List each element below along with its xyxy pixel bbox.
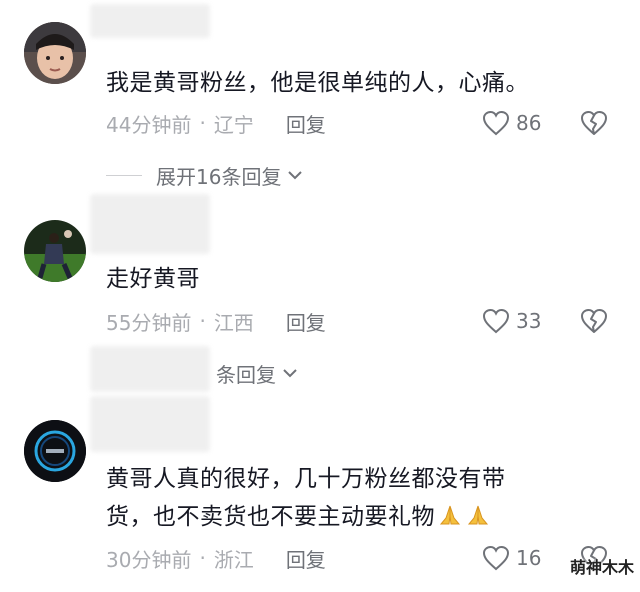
reply-button[interactable]: 回复 — [286, 544, 326, 573]
broken-heart-icon — [581, 309, 607, 333]
blurred-username — [90, 4, 210, 38]
reply-button[interactable]: 回复 — [286, 307, 326, 336]
separator: · — [199, 309, 206, 333]
broken-heart-icon — [581, 111, 607, 135]
comment-meta: 44分钟前 · 辽宁 回复 — [106, 108, 326, 138]
like-button[interactable]: 33 — [482, 306, 541, 336]
pray-emoji-icon — [439, 505, 461, 525]
watermark: 萌神木木 — [569, 558, 634, 577]
dislike-button[interactable] — [580, 108, 608, 138]
comment-text: 黄哥人真的很好，几十万粉丝都没有带 — [106, 466, 506, 492]
separator: · — [199, 111, 206, 135]
comment-time: 55分钟前 — [106, 310, 192, 335]
divider-line — [106, 174, 142, 176]
comment-meta: 55分钟前 · 江西 回复 — [106, 306, 326, 336]
comment-time: 30分钟前 — [106, 547, 192, 572]
blurred-username — [90, 194, 210, 254]
blurred-region — [90, 346, 210, 392]
heart-icon — [482, 308, 510, 334]
avatar[interactable] — [24, 420, 86, 482]
avatar-photo-icon — [24, 220, 86, 282]
comment-text: 货，也不卖货也不要主动要礼物 — [106, 498, 491, 536]
avatar-photo-icon — [24, 22, 86, 84]
chevron-down-icon — [283, 369, 297, 378]
expand-replies-label: 展开16条回复 — [156, 164, 282, 189]
heart-icon — [482, 545, 510, 571]
comment-meta: 30分钟前 · 浙江 回复 — [106, 543, 326, 573]
like-button[interactable]: 86 — [482, 108, 541, 138]
comment-text-line2: 货，也不卖货也不要主动要礼物 — [106, 504, 435, 530]
comment-time: 44分钟前 — [106, 112, 192, 137]
expand-replies-label: 条回复 — [216, 362, 276, 387]
chevron-down-icon — [288, 171, 303, 180]
like-count: 16 — [516, 546, 542, 570]
reply-button[interactable]: 回复 — [286, 109, 326, 138]
heart-icon — [482, 110, 510, 136]
pray-emoji-icon — [467, 505, 489, 525]
expand-replies-button[interactable]: 展开16条回复 — [106, 160, 303, 190]
separator: · — [199, 546, 206, 570]
like-button[interactable]: 16 — [482, 543, 541, 573]
dislike-button[interactable] — [580, 306, 608, 336]
comment-location: 江西 — [213, 310, 254, 335]
comment-text: 走好黄哥 — [106, 266, 200, 292]
expand-replies-button[interactable]: 条回复 — [216, 358, 298, 388]
avatar[interactable] — [24, 220, 86, 282]
comment-location: 辽宁 — [213, 112, 254, 137]
blurred-username — [90, 396, 210, 452]
avatar[interactable] — [24, 22, 86, 84]
avatar-circle-logo-icon — [24, 420, 86, 482]
comment-location: 浙江 — [213, 547, 254, 572]
like-count: 86 — [516, 111, 542, 135]
comment-text: 我是黄哥粉丝，他是很单纯的人，心痛。 — [106, 70, 529, 96]
like-count: 33 — [516, 309, 542, 333]
